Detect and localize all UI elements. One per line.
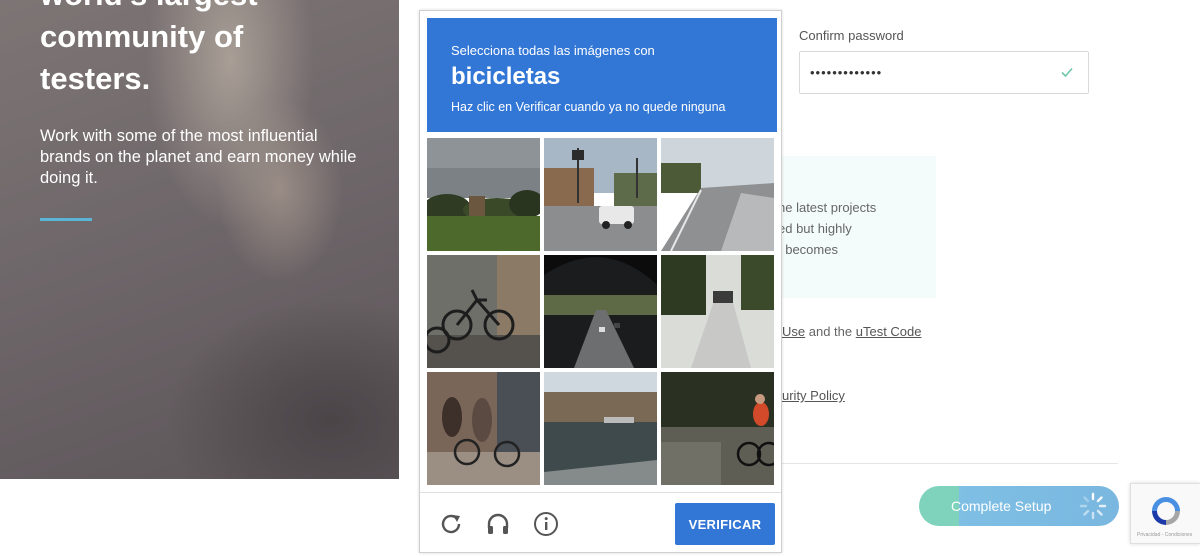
complete-setup-label: Complete Setup bbox=[951, 498, 1052, 514]
info-text: he latest projects ed but highly t becom… bbox=[778, 197, 876, 260]
policy-text: urity Policy bbox=[782, 388, 845, 403]
hero-accent-line bbox=[40, 218, 92, 221]
confirm-password-value: ••••••••••••• bbox=[810, 65, 883, 80]
captcha-tile-4[interactable] bbox=[427, 255, 540, 368]
captcha-instruction: Selecciona todas las imágenes con bbox=[451, 43, 655, 58]
captcha-image-grid bbox=[427, 138, 777, 488]
complete-setup-button[interactable]: Complete Setup bbox=[919, 486, 1119, 526]
hero-title: world's largest community of testers. bbox=[40, 0, 380, 100]
recaptcha-badge[interactable]: Privacidad - Condiciones bbox=[1130, 483, 1200, 544]
loading-spinner-icon bbox=[1079, 492, 1107, 520]
info-line-3: t becomes bbox=[778, 242, 838, 257]
hero-subtitle: Work with some of the most influential b… bbox=[40, 127, 357, 187]
terms-of-use-link[interactable]: Use bbox=[782, 324, 805, 339]
captcha-hint: Haz clic en Verificar cuando ya no quede… bbox=[451, 100, 726, 114]
captcha-dialog: Selecciona todas las imágenes con bicicl… bbox=[419, 10, 782, 553]
captcha-tile-7[interactable] bbox=[427, 372, 540, 485]
verify-button[interactable]: VERIFICAR bbox=[675, 503, 775, 545]
captcha-tile-8[interactable] bbox=[544, 372, 657, 485]
confirm-password-label: Confirm password bbox=[799, 28, 904, 43]
info-line-2: ed but highly bbox=[778, 221, 852, 236]
captcha-footer: VERIFICAR bbox=[420, 492, 781, 552]
hero-title-line3: testers. bbox=[40, 61, 151, 96]
hero-title-line2: community of bbox=[40, 19, 244, 54]
hero-panel: world's largest community of testers. Wo… bbox=[0, 0, 399, 479]
utest-code-link[interactable]: uTest Code bbox=[856, 324, 922, 339]
captcha-header: Selecciona todas las imágenes con bicicl… bbox=[427, 18, 777, 132]
terms-middle: and the bbox=[805, 324, 856, 339]
captcha-tile-6[interactable] bbox=[661, 255, 774, 368]
check-icon bbox=[1061, 67, 1073, 78]
captcha-tile-2[interactable] bbox=[544, 138, 657, 251]
captcha-tile-5[interactable] bbox=[544, 255, 657, 368]
form-divider bbox=[782, 463, 1118, 464]
security-policy-link[interactable]: urity Policy bbox=[782, 388, 845, 403]
captcha-tile-9[interactable] bbox=[661, 372, 774, 485]
confirm-password-field[interactable]: ••••••••••••• bbox=[799, 51, 1089, 94]
audio-icon[interactable] bbox=[485, 511, 511, 537]
captcha-target-word: bicicletas bbox=[451, 63, 561, 90]
recaptcha-logo-icon bbox=[1152, 497, 1180, 525]
captcha-tile-3[interactable] bbox=[661, 138, 774, 251]
hero-title-line1: world's largest bbox=[40, 0, 380, 16]
info-line-1: he latest projects bbox=[778, 200, 877, 215]
page: world's largest community of testers. Wo… bbox=[0, 0, 1200, 557]
reload-icon[interactable] bbox=[438, 511, 464, 537]
captcha-tile-1[interactable] bbox=[427, 138, 540, 251]
terms-text: Use and the uTest Code bbox=[782, 324, 922, 339]
info-icon[interactable] bbox=[533, 511, 559, 537]
recaptcha-privacy-text: Privacidad - Condiciones bbox=[1137, 532, 1193, 538]
